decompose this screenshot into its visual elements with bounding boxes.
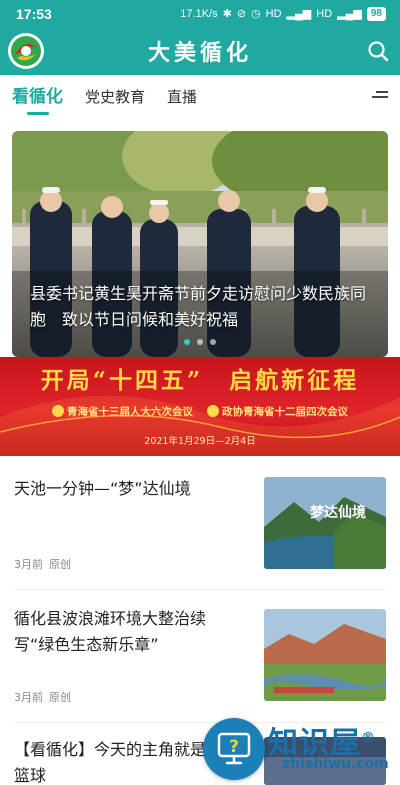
carousel-dot[interactable] [197,339,203,345]
watermark-url: zhishiwu.com [282,756,389,772]
emblem-icon [207,405,219,417]
carousel-dot[interactable] [184,339,190,345]
news-tag: 原创 [49,558,71,571]
divider [14,589,386,590]
app-title: 大美循化 [147,40,252,66]
status-bar: 17:53 17.1K/s ✱ ⊘ ◷ HD ▂▄▆ HD ▂▄▆ 98 [0,0,400,27]
signal-icon-2: ▂▄▆ [337,8,362,20]
tab-kanxunhua[interactable]: 看循化 [12,82,63,117]
banner-headline: 开局“十四五” 启航新征程 [40,367,360,394]
tab-live[interactable]: 直播 [167,86,197,117]
watermark-registered: ® [361,730,376,746]
hd-icon-2: HD [316,7,333,20]
news-tag: 原创 [49,691,71,704]
news-item[interactable]: 循化县波浪滩环境大整治续写“绿色生态新乐章” 3月前 原创 [14,606,386,704]
banner-sub-left: 青海省十三届人大六次会议 [67,406,193,418]
banner-sub-left-wrap: 青海省十三届人大六次会议 [52,404,193,419]
two-sessions-banner[interactable]: 开局“十四五” 启航新征程 青海省十三届人大六次会议 政协青海省十二届四次会议 … [0,357,400,456]
bluetooth-icon: ✱ [222,8,232,20]
news-meta: 3月前 原创 [14,556,77,572]
news-item[interactable]: 天池一分钟—“梦”达仙境 3月前 原创 梦达仙境 [14,476,386,571]
top-bar: 17:53 17.1K/s ✱ ⊘ ◷ HD ▂▄▆ HD ▂▄▆ 98 大美循… [0,0,400,75]
status-time: 17:53 [16,5,52,22]
signal-icon: ▂▄▆ [286,8,312,20]
carousel-dot[interactable] [210,339,216,345]
app-logo[interactable] [8,33,44,69]
app-header: 大美循化 [0,27,400,75]
news-time: 3月前 [14,558,43,571]
network-speed: 17.1K/s [180,7,218,20]
help-button[interactable]: ? [203,718,265,780]
news-time: 3月前 [14,691,43,704]
news-title: 循化县波浪滩环境大整治续写“绿色生态新乐章” [14,609,207,654]
channel-menu-icon[interactable] [372,91,388,103]
watermark: 知识屋® zhishiwu.com [268,718,389,772]
banner-date: 2021年1月29日—2月4日 [144,436,256,447]
carousel-dots [12,339,388,345]
alarm-icon: ◷ [251,8,261,20]
banner-subtitles: 青海省十三届人大六次会议 政协青海省十二届四次会议 [0,404,400,419]
carousel-caption: 县委书记黄生昊开斋节前夕走访慰问少数民族同胞 致以节日问候和美好祝福 [30,284,367,329]
news-thumbnail: 梦达仙境 [264,477,386,569]
thumb-calligraphy: 梦达仙境 [310,504,366,521]
search-icon[interactable] [366,39,390,63]
emblem-icon [52,405,64,417]
help-monitor-icon: ? [217,732,251,765]
news-thumbnail [264,609,386,701]
news-title: 天池一分钟—“梦”达仙境 [14,479,191,498]
banner-sub-right: 政协青海省十二届四次会议 [222,406,348,418]
featured-carousel[interactable]: 县委书记黄生昊开斋节前夕走访慰问少数民族同胞 致以节日问候和美好祝福 [12,131,388,357]
battery-icon: 98 [366,6,386,21]
status-icons: 17.1K/s ✱ ⊘ ◷ HD ▂▄▆ HD ▂▄▆ 98 [180,6,386,21]
tab-bar: 看循化 党史教育 直播 [0,75,400,117]
mute-icon: ⊘ [236,8,247,20]
news-meta: 3月前 原创 [14,689,77,705]
svg-text:?: ? [229,737,239,757]
tab-party-history[interactable]: 党史教育 [85,86,145,117]
hd-icon: HD [265,7,282,20]
banner-sub-right-wrap: 政协青海省十二届四次会议 [207,404,348,419]
